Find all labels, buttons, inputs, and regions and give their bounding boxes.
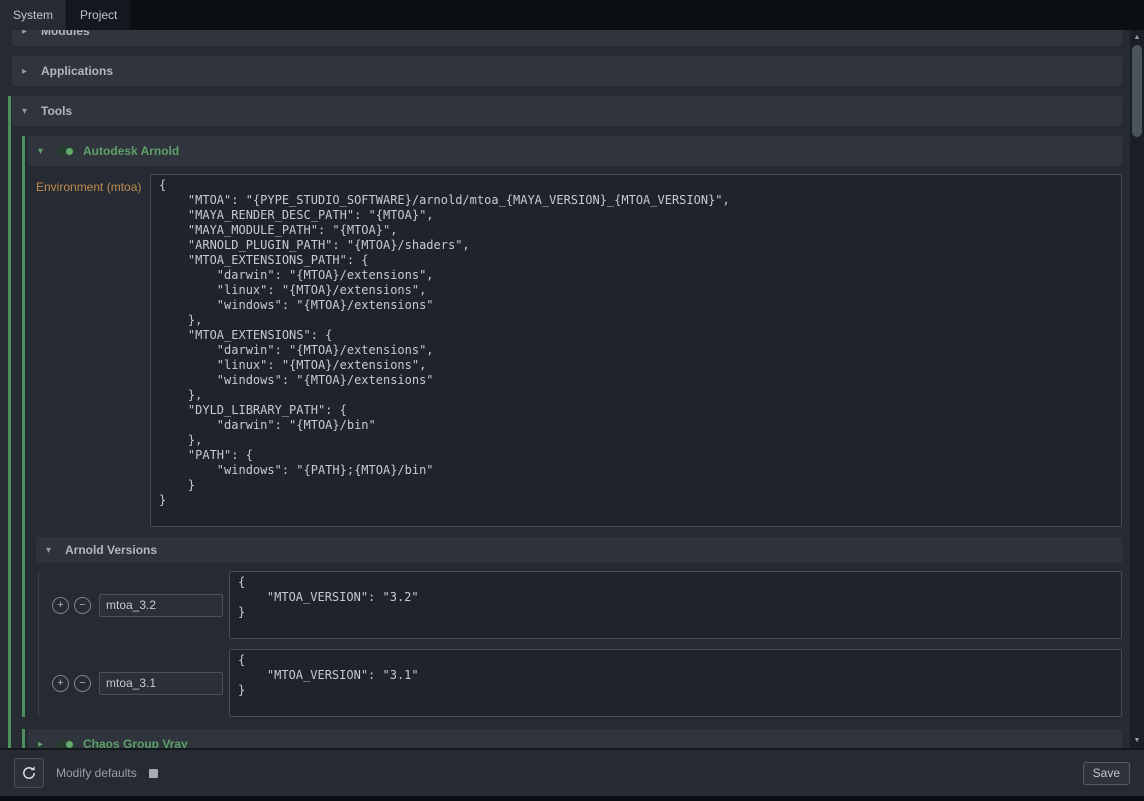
save-button[interactable]: Save xyxy=(1083,762,1130,785)
environment-label: Environment (mtoa) xyxy=(36,174,150,194)
modify-defaults-checkbox[interactable] xyxy=(149,769,158,778)
section-label: Modules xyxy=(41,30,90,38)
remove-item-button[interactable]: − xyxy=(74,597,91,614)
arnold-versions-section: ▾ Arnold Versions + − { "M xyxy=(36,537,1122,717)
settings-window: System Project ▸ Modules ▸ Applications xyxy=(0,0,1144,801)
vertical-scrollbar[interactable]: ▲ ▼ xyxy=(1130,30,1144,748)
settings-scroll-view: ▸ Modules ▸ Applications ▾ Tools xyxy=(0,30,1130,748)
scroll-up-icon[interactable]: ▲ xyxy=(1130,31,1144,44)
refresh-icon xyxy=(21,765,37,781)
scroll-down-icon[interactable]: ▼ xyxy=(1130,734,1144,747)
group-label: Autodesk Arnold xyxy=(83,144,179,158)
scrollbar-thumb[interactable] xyxy=(1132,45,1142,137)
version-row: + − { "MTOA_VERSION": "3.2" } xyxy=(52,571,1122,639)
section-header-modules[interactable]: ▸ Modules xyxy=(12,30,1122,46)
expand-arrow-icon: ▸ xyxy=(22,30,32,37)
group-chaos-group-vray: ▸ Chaos Group Vray xyxy=(22,729,1122,748)
collapse-arrow-icon: ▾ xyxy=(46,545,56,556)
section-label: Applications xyxy=(41,64,113,78)
tab-system[interactable]: System xyxy=(0,0,66,30)
expand-arrow-icon: ▸ xyxy=(38,739,48,749)
settings-body: ▸ Modules ▸ Applications ▾ Tools xyxy=(0,30,1144,748)
version-row: + − { "MTOA_VERSION": "3.1" } xyxy=(52,649,1122,717)
tools-content: ▾ Autodesk Arnold Environment (mtoa) { "… xyxy=(12,126,1122,748)
section-label: Tools xyxy=(41,104,72,118)
enabled-toggle-icon[interactable] xyxy=(57,740,74,749)
section-tools: ▾ Tools ▾ Autodesk Arnold xyxy=(8,96,1122,748)
section-header-tools[interactable]: ▾ Tools xyxy=(12,96,1122,126)
collapse-arrow-icon: ▾ xyxy=(38,146,48,157)
settings-app: System Project ▸ Modules ▸ Applications xyxy=(0,0,1144,796)
add-item-button[interactable]: + xyxy=(52,675,69,692)
version-key-input[interactable] xyxy=(99,594,223,617)
version-key-input[interactable] xyxy=(99,672,223,695)
tab-bar: System Project xyxy=(0,0,1144,30)
group-label: Chaos Group Vray xyxy=(83,737,188,748)
environment-row: Environment (mtoa) { "MTOA": "{PYPE_STUD… xyxy=(36,174,1122,527)
add-item-button[interactable]: + xyxy=(52,597,69,614)
group-header-chaos-group-vray[interactable]: ▸ Chaos Group Vray xyxy=(28,729,1122,748)
arnold-versions-header[interactable]: ▾ Arnold Versions xyxy=(36,537,1122,563)
subsection-label: Arnold Versions xyxy=(65,543,157,557)
environment-json-editor[interactable]: { "MTOA": "{PYPE_STUDIO_SOFTWARE}/arnold… xyxy=(150,174,1122,527)
modify-defaults-label: Modify defaults xyxy=(56,766,137,780)
section-header-applications[interactable]: ▸ Applications xyxy=(12,56,1122,86)
version-json-editor[interactable]: { "MTOA_VERSION": "3.1" } xyxy=(229,649,1122,717)
expand-arrow-icon: ▸ xyxy=(22,66,32,77)
version-json-editor[interactable]: { "MTOA_VERSION": "3.2" } xyxy=(229,571,1122,639)
tab-project[interactable]: Project xyxy=(67,0,130,30)
enabled-toggle-icon[interactable] xyxy=(57,147,74,156)
group-header-autodesk-arnold[interactable]: ▾ Autodesk Arnold xyxy=(28,136,1122,166)
group-autodesk-arnold: ▾ Autodesk Arnold Environment (mtoa) { "… xyxy=(22,136,1122,717)
arnold-content: Environment (mtoa) { "MTOA": "{PYPE_STUD… xyxy=(28,166,1122,717)
refresh-button[interactable] xyxy=(14,758,44,788)
arnold-versions-list: + − { "MTOA_VERSION": "3.2" } + − xyxy=(38,571,1122,717)
footer-bar: Modify defaults Save xyxy=(0,748,1144,796)
collapse-arrow-icon: ▾ xyxy=(22,106,32,117)
remove-item-button[interactable]: − xyxy=(74,675,91,692)
